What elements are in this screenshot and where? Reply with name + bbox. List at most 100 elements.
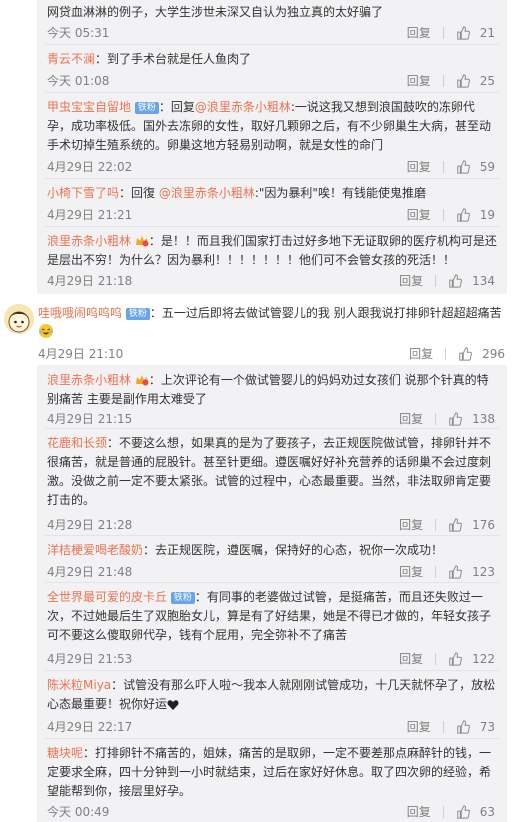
reply-item: 小椅下雪了吗：回復 @浪里赤条小粗林:"因为暴利"唉！有钱能使鬼推磨 4月29日…	[37, 178, 507, 226]
divider	[442, 74, 444, 87]
thumbs-up-icon	[456, 159, 470, 174]
reply-text: 全世界最可爱的皮卡丘 铁粉 ：有同事的老婆做过试管，是挺痛苦，而且还失败过一次，不…	[47, 588, 497, 645]
crown-icon	[135, 375, 149, 386]
divider	[45, 226, 499, 227]
reply-username[interactable]: 糖块呢	[47, 746, 83, 760]
reply-actions: 回复 134	[399, 272, 495, 289]
reply-content: ：试管没有那么吓人啦～我本人就刚刚试管成功，十几天就怀孕了，放松心态最重要！祝你…	[47, 678, 496, 711]
divider	[435, 565, 437, 578]
like-count: 134	[472, 273, 495, 288]
like-count: 21	[479, 25, 495, 40]
mention-link[interactable]: @浪里赤条小粗林	[159, 186, 255, 200]
divider	[435, 274, 437, 287]
reply-username[interactable]: 青云不澜	[47, 52, 95, 66]
like-count: 176	[472, 517, 495, 532]
like-button[interactable]: 25	[456, 74, 495, 88]
like-button[interactable]: 73	[456, 720, 495, 734]
reply-username[interactable]: 浪里赤条小粗林	[47, 234, 131, 248]
like-button[interactable]: 123	[448, 565, 495, 579]
reply-username[interactable]: 小椅下雪了吗	[47, 186, 119, 200]
like-button[interactable]: 176	[448, 518, 495, 532]
comment-text: 哇哦哦闹呜呜呜 铁粉 ：五一过后即将去做试管婴儿的我 别人跟我说打排卵针超超超痛苦	[38, 304, 508, 342]
reply-button[interactable]: 回复	[399, 650, 423, 667]
reply-actions: 回复 21	[407, 24, 495, 41]
reply-username[interactable]: 陈米粒Miya	[47, 678, 111, 692]
reply-button[interactable]: 回复	[407, 803, 431, 820]
like-button[interactable]: 122	[448, 652, 495, 666]
reply-item: 网贷血淋淋的例子，大学生涉世未深又自认为独立真的太好骗了 今天 05:31 回复…	[37, 0, 507, 44]
reply-prefix: ：回復	[119, 186, 159, 200]
reply-item: 青云不澜：到了手术台就是任人鱼肉了 今天 01:08 回复 25	[37, 44, 507, 92]
reply-item: 花鹿和长颈：不要这么想，如果真的是为了要孩子，去正规医院做试管，排卵针并不很痛苦…	[37, 428, 507, 535]
like-button[interactable]: 296	[458, 347, 505, 361]
laughing-tears-emoji-icon	[39, 324, 53, 338]
divider	[45, 428, 499, 429]
reply-button[interactable]: 回复	[407, 718, 431, 735]
reply-username[interactable]: 洋桔梗爱喝老酸奶	[47, 543, 143, 557]
reply-username[interactable]: 花鹿和长颈	[47, 436, 107, 450]
like-button[interactable]: 134	[448, 274, 495, 288]
reply-actions: 回复 25	[407, 72, 495, 89]
like-button[interactable]: 21	[456, 26, 495, 40]
like-count: 63	[479, 804, 495, 819]
divider	[45, 738, 499, 739]
like-button[interactable]: 138	[448, 412, 495, 426]
reply-button[interactable]: 回复	[407, 158, 431, 175]
like-count: 19	[479, 207, 495, 222]
fan-badge: 铁粉	[134, 102, 159, 114]
divider	[45, 44, 499, 45]
thumbs-up-icon	[459, 346, 472, 361]
reply-content: ：打排卵针不痛苦的，姐妹，痛苦的是取卵，一定不要差那点麻醉针的钱，一定要求全麻，…	[47, 746, 492, 798]
reply-time: 4月29日 21:15	[47, 412, 133, 426]
reply-time: 4月29日 22:02	[47, 160, 133, 174]
thumbs-up-icon	[456, 804, 470, 819]
reply-content: ：不要这么想，如果真的是为了要孩子，去正规医院做试管，排卵针并不很痛苦，就是普通…	[47, 436, 492, 507]
like-count: 138	[472, 411, 495, 426]
avatar-image	[4, 304, 34, 334]
divider	[442, 208, 444, 221]
comment-username[interactable]: 哇哦哦闹呜呜呜	[38, 306, 122, 320]
reply-actions: 回复 19	[407, 206, 495, 223]
reply-button[interactable]: 回复	[409, 345, 433, 362]
reply-text: 甲虫宝宝自留地 铁粉 ：回复@浪里赤条小粗林:一说这我又想到浪国鼓吹的冻卵代孕，成…	[47, 98, 497, 155]
avatar[interactable]	[4, 304, 34, 334]
reply-content: ：去正规医院，遵医嘱，保持好的心态，祝你一次成功！	[143, 543, 444, 557]
reply-button[interactable]: 回复	[399, 516, 423, 533]
reply-button[interactable]: 回复	[399, 272, 423, 289]
reply-text: 洋桔梗爱喝老酸奶：去正规医院，遵医嘱，保持好的心态，祝你一次成功！	[47, 541, 497, 560]
heart-icon	[167, 700, 179, 710]
like-count: 122	[472, 651, 495, 666]
reply-actions: 回复 138	[399, 410, 495, 427]
reply-username[interactable]: 全世界最可爱的皮卡丘	[47, 590, 167, 604]
reply-username[interactable]: 浪里赤条小粗林	[47, 373, 131, 387]
divider	[442, 26, 444, 39]
fan-badge: 铁粉	[125, 308, 150, 320]
reply-time: 今天 01:08	[47, 74, 110, 88]
reply-button[interactable]: 回复	[407, 72, 431, 89]
thumbs-up-icon	[456, 25, 470, 40]
reply-item: 浪里赤条小粗林 ：是！！而且我们国家打击过好多地下无证取卵的医疗机构可是还是层出…	[37, 226, 507, 294]
divider	[45, 582, 499, 583]
reply-item: 全世界最可爱的皮卡丘 铁粉 ：有同事的老婆做过试管，是挺痛苦，而且还失败过一次，不…	[37, 582, 507, 670]
reply-button[interactable]: 回复	[399, 563, 423, 580]
like-button[interactable]: 19	[456, 208, 495, 222]
reply-text: 浪里赤条小粗林 ：上次评论有一个做试管婴儿的妈妈劝过女孩们 说那个针真的特别痛苦…	[47, 371, 497, 409]
like-button[interactable]: 59	[456, 160, 495, 174]
reply-item: 洋桔梗爱喝老酸奶：去正规医院，遵医嘱，保持好的心态，祝你一次成功！ 4月29日 …	[37, 535, 507, 582]
reply-item: 浪里赤条小粗林 ：上次评论有一个做试管婴儿的妈妈劝过女孩们 说那个针真的特别痛苦…	[37, 365, 507, 428]
reply-time: 4月29日 21:21	[47, 208, 133, 222]
reply-button[interactable]: 回复	[407, 206, 431, 223]
reply-actions: 回复 122	[399, 650, 495, 667]
reply-button[interactable]: 回复	[399, 410, 423, 427]
crown-icon	[135, 236, 149, 247]
reply-item: 甲虫宝宝自留地 铁粉 ：回复@浪里赤条小粗林:一说这我又想到浪国鼓吹的冻卵代孕，成…	[37, 92, 507, 178]
thumbs-up-icon	[449, 651, 462, 666]
like-button[interactable]: 63	[456, 805, 495, 819]
reply-username[interactable]: 甲虫宝宝自留地	[47, 100, 131, 114]
comment-thread: 网贷血淋淋的例子，大学生涉世未深又自认为独立真的太好骗了 今天 05:31 回复…	[0, 0, 517, 822]
comment-actions: 回复 296	[409, 345, 505, 362]
reply-actions: 回复 73	[407, 718, 495, 735]
reply-time: 4月29日 21:28	[47, 518, 133, 532]
reply-button[interactable]: 回复	[407, 24, 431, 41]
mention-link[interactable]: @浪里赤条小粗林	[195, 100, 291, 114]
